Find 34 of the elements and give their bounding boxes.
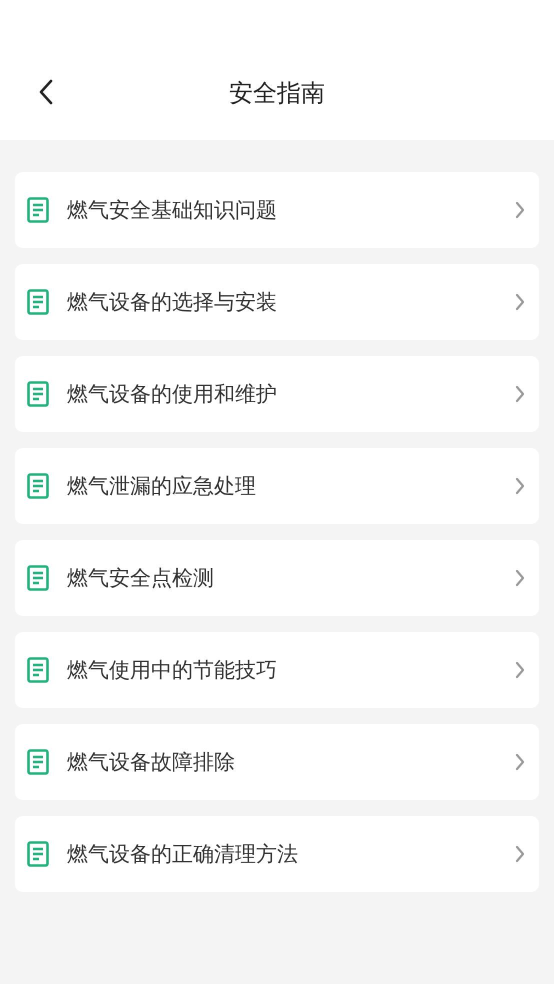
chevron-right-icon xyxy=(515,569,525,587)
guide-list-item[interactable]: 燃气设备的正确清理方法 xyxy=(15,816,539,892)
chevron-right-icon xyxy=(515,385,525,403)
document-icon xyxy=(27,197,49,223)
chevron-right-icon xyxy=(515,293,525,311)
guide-list-item[interactable]: 燃气安全点检测 xyxy=(15,540,539,616)
document-icon xyxy=(27,473,49,499)
chevron-right-icon xyxy=(515,661,525,679)
guide-list-item[interactable]: 燃气设备的选择与安装 xyxy=(15,264,539,340)
guide-list-item[interactable]: 燃气安全基础知识问题 xyxy=(15,172,539,248)
document-icon xyxy=(27,381,49,407)
document-icon xyxy=(27,657,49,683)
back-icon xyxy=(38,79,54,105)
item-label: 燃气泄漏的应急处理 xyxy=(67,473,257,500)
item-label: 燃气设备的使用和维护 xyxy=(67,381,278,408)
document-icon xyxy=(27,749,49,775)
document-icon xyxy=(27,565,49,591)
document-icon xyxy=(27,841,49,867)
chevron-right-icon xyxy=(515,477,525,495)
document-icon xyxy=(27,289,49,315)
item-label: 燃气设备的选择与安装 xyxy=(67,289,278,316)
guide-list-item[interactable]: 燃气泄漏的应急处理 xyxy=(15,448,539,524)
chevron-right-icon xyxy=(515,845,525,863)
guide-list-item[interactable]: 燃气设备的使用和维护 xyxy=(15,356,539,432)
chevron-right-icon xyxy=(515,753,525,771)
page-title: 安全指南 xyxy=(229,78,325,109)
item-label: 燃气设备的正确清理方法 xyxy=(67,841,299,868)
guide-list-item[interactable]: 燃气使用中的节能技巧 xyxy=(15,632,539,708)
chevron-right-icon xyxy=(515,201,525,219)
guide-list-item[interactable]: 燃气设备故障排除 xyxy=(15,724,539,800)
item-label: 燃气使用中的节能技巧 xyxy=(67,657,278,684)
item-label: 燃气设备故障排除 xyxy=(67,749,236,776)
item-label: 燃气安全点检测 xyxy=(67,565,215,592)
item-label: 燃气安全基础知识问题 xyxy=(67,197,278,224)
